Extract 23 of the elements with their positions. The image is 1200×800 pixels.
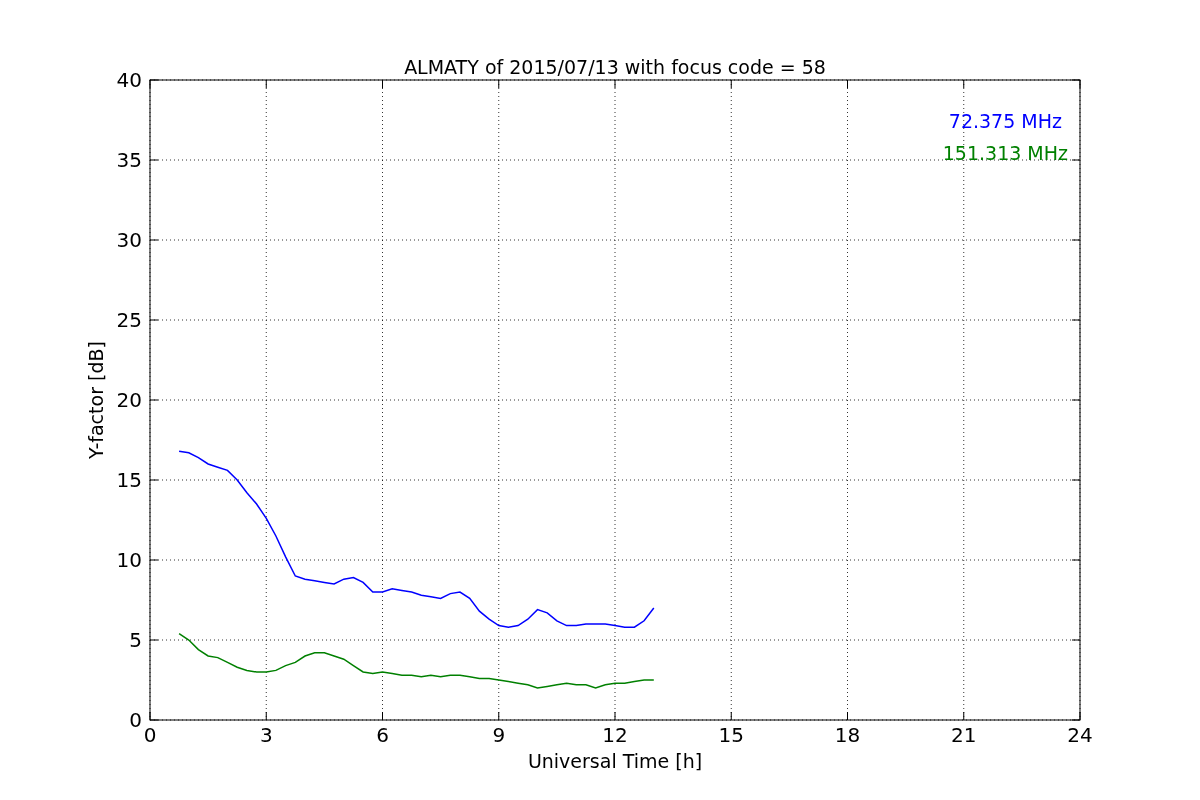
axis-label: Universal Time [h] [527,750,703,772]
tick-label: 30 [116,228,142,252]
tick-label: 20 [116,388,142,412]
legend-label: 151.313 MHz [942,142,1068,164]
tick-label: 40 [116,68,142,92]
tick-label: 21 [951,723,977,747]
tick-label: 12 [602,723,628,747]
tick-label: 10 [116,548,142,572]
tick-label: 35 [116,148,142,172]
axis-label: Y-factor [dB] [85,341,107,459]
tick-label: 24 [1067,723,1093,747]
chart-title: ALMATY of 2015/07/13 with focus code = 58 [404,56,826,78]
tick-label: 15 [718,723,744,747]
tick-label: 0 [143,723,157,747]
tick-label: 6 [376,723,389,747]
tick-label: 15 [116,468,142,492]
tick-label: 3 [259,723,273,747]
tick-label: 5 [129,628,142,652]
tick-label: 25 [116,308,142,332]
tick-label: 18 [834,723,861,747]
tick-label: 9 [492,723,506,747]
legend-label: 72.375 MHz [948,110,1062,132]
tick-label: 0 [129,708,142,732]
